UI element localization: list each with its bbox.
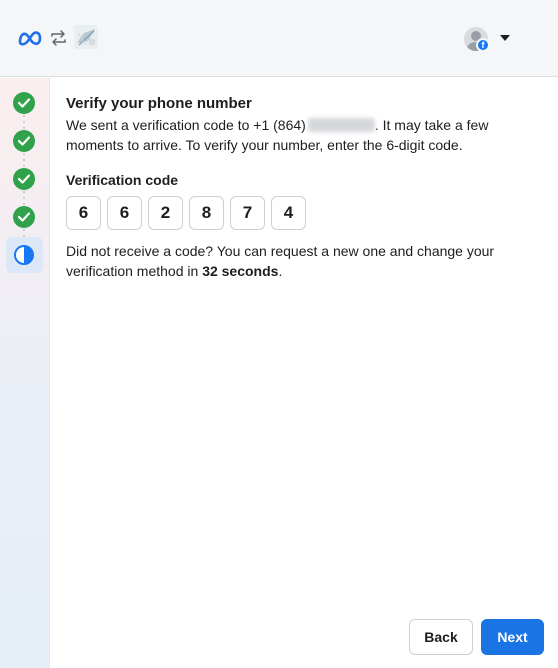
account-switcher[interactable]: f (464, 27, 490, 53)
step-3-complete-icon (13, 168, 35, 190)
header-bar: f (0, 0, 558, 77)
code-digit-5[interactable]: 7 (230, 196, 265, 230)
back-button[interactable]: Back (409, 619, 473, 655)
redacted-phone-number (307, 118, 375, 132)
step-2-complete-icon (13, 130, 35, 152)
verification-code-input: 6 6 2 8 7 4 (66, 196, 536, 230)
progress-sidebar (0, 78, 50, 668)
code-digit-6[interactable]: 4 (271, 196, 306, 230)
resend-countdown-text: Did not receive a code? You can request … (66, 241, 511, 281)
step-4-complete-icon (13, 206, 35, 228)
resend-text-part-2: . (278, 263, 283, 279)
step-5-in-progress-icon (13, 244, 35, 266)
linked-app-thumbnail (74, 25, 98, 49)
step-connector (23, 113, 25, 129)
meta-logo-icon (18, 31, 42, 46)
instructions-text: We sent a verification code to +1 (864).… (66, 115, 536, 155)
facebook-badge-icon: f (476, 38, 490, 52)
step-connector (23, 189, 25, 205)
next-button[interactable]: Next (481, 619, 544, 655)
caret-down-icon[interactable] (500, 35, 510, 41)
instructions-part-1: We sent a verification code to +1 (864) (66, 117, 306, 133)
code-digit-4[interactable]: 8 (189, 196, 224, 230)
step-1-complete-icon (13, 92, 35, 114)
page-title: Verify your phone number (66, 95, 252, 112)
step-connector (23, 151, 25, 167)
code-digit-2[interactable]: 6 (107, 196, 142, 230)
countdown-seconds: 32 seconds (202, 263, 279, 279)
code-digit-3[interactable]: 2 (148, 196, 183, 230)
verify-phone-panel: Verify your phone number We sent a verif… (66, 95, 536, 281)
code-digit-1[interactable]: 6 (66, 196, 101, 230)
verification-code-label: Verification code (66, 172, 179, 188)
swap-arrows-icon (51, 30, 66, 46)
